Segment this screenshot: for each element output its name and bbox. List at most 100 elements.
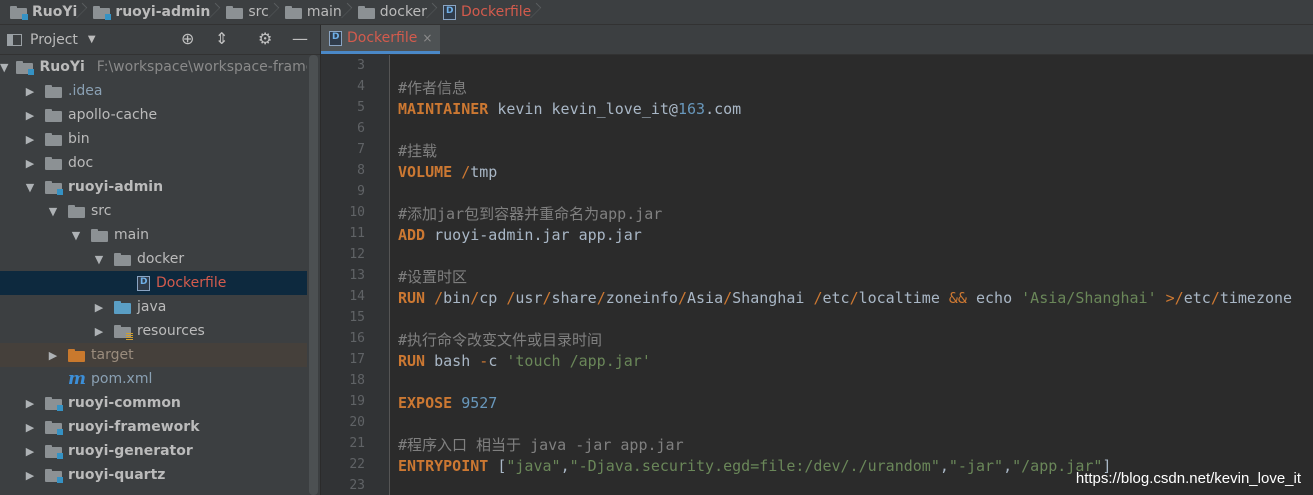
code-line[interactable]: ADD ruoyi-admin.jar app.jar bbox=[398, 225, 642, 246]
folder-icon bbox=[45, 84, 62, 98]
tree-item-ruoyi-framework[interactable]: ▶ ruoyi-framework bbox=[0, 415, 307, 439]
code-line[interactable]: #设置时区 bbox=[398, 267, 467, 288]
code-comment: #程序入口 相当于 java -jar app.jar bbox=[398, 436, 684, 454]
collapsed-arrow-icon[interactable]: ▶ bbox=[23, 109, 37, 122]
tree-item-ruoyi-common[interactable]: ▶ ruoyi-common bbox=[0, 391, 307, 415]
code-token: >/ bbox=[1165, 289, 1184, 307]
breadcrumb-ruoyi-admin[interactable]: ruoyi-admin bbox=[89, 0, 216, 24]
code-line[interactable]: MAINTAINER kevin kevin_love_it@163.com bbox=[398, 99, 741, 120]
tree-item-label: pom.xml bbox=[91, 371, 153, 387]
gear-icon[interactable]: ⚙ bbox=[258, 29, 272, 48]
tree-item-java[interactable]: ▶ java bbox=[0, 295, 307, 319]
tree-item-docker[interactable]: ▼ docker bbox=[0, 247, 307, 271]
code-line[interactable]: #程序入口 相当于 java -jar app.jar bbox=[398, 435, 684, 456]
code-keyword: RUN bbox=[398, 289, 426, 307]
collapsed-arrow-icon[interactable]: ▶ bbox=[23, 397, 37, 410]
project-panel-title: Project bbox=[30, 31, 78, 48]
collapsed-arrow-icon[interactable]: ▶ bbox=[23, 469, 37, 482]
breadcrumb-label: ruoyi-admin bbox=[115, 4, 211, 20]
tree-item-main[interactable]: ▼ main bbox=[0, 223, 307, 247]
code-token: , bbox=[939, 457, 949, 475]
tree-item-idea[interactable]: ▶ .idea bbox=[0, 79, 307, 103]
code-token: [ bbox=[488, 457, 507, 475]
code-line[interactable]: RUN /bin/cp /usr/share/zoneinfo/Asia/Sha… bbox=[398, 288, 1292, 309]
tree-item-ruoyi-generator[interactable]: ▶ ruoyi-generator bbox=[0, 439, 307, 463]
collapsed-arrow-icon[interactable]: ▶ bbox=[23, 85, 37, 98]
code-line[interactable]: VOLUME /tmp bbox=[398, 162, 497, 183]
code-token: usr bbox=[515, 289, 543, 307]
excluded-folder-icon bbox=[68, 348, 85, 362]
collapsed-arrow-icon[interactable]: ▶ bbox=[92, 301, 106, 314]
collapsed-arrow-icon[interactable]: ▶ bbox=[92, 325, 106, 338]
dockerfile-icon bbox=[137, 275, 150, 291]
line-number: 11 bbox=[349, 226, 365, 241]
breadcrumb-label: docker bbox=[379, 4, 427, 20]
code-line[interactable]: #添加jar包到容器并重命名为app.jar bbox=[398, 204, 662, 225]
collapsed-arrow-icon[interactable]: ▶ bbox=[23, 157, 37, 170]
code-line[interactable]: #挂载 bbox=[398, 141, 437, 162]
tree-item-apollo-cache[interactable]: ▶ apollo-cache bbox=[0, 103, 307, 127]
tree-item-target[interactable]: ▶ target bbox=[0, 343, 307, 367]
close-icon[interactable]: × bbox=[422, 31, 432, 45]
code-line[interactable]: #执行命令改变文件或目录时间 bbox=[398, 330, 602, 351]
resources-folder-icon bbox=[114, 324, 133, 340]
tree-item-resources[interactable]: ▶ resources bbox=[0, 319, 307, 343]
locate-icon[interactable]: ⊕ bbox=[181, 29, 194, 48]
project-tree-scrollbar[interactable] bbox=[307, 55, 320, 495]
breadcrumb-ruoyi[interactable]: RuoYi bbox=[6, 0, 83, 24]
tree-item-icon bbox=[45, 84, 62, 98]
code-keyword: MAINTAINER bbox=[398, 100, 489, 118]
tree-item-label: java bbox=[137, 299, 167, 315]
collapsed-arrow-icon[interactable]: ▶ bbox=[23, 421, 37, 434]
code-line[interactable]: EXPOSE 9527 bbox=[398, 393, 497, 414]
expanded-arrow-icon[interactable]: ▼ bbox=[92, 253, 106, 266]
project-view-selector[interactable]: Project ▼ bbox=[0, 32, 96, 48]
tree-item-doc[interactable]: ▶ doc bbox=[0, 151, 307, 175]
code-line[interactable]: RUN bash -c 'touch /app.jar' bbox=[398, 351, 651, 372]
tree-item-pom-xml[interactable]: m pom.xml bbox=[0, 367, 307, 391]
breadcrumb-docker[interactable]: docker bbox=[354, 0, 433, 24]
collapsed-arrow-icon[interactable]: ▶ bbox=[46, 349, 60, 362]
module-folder-icon bbox=[45, 396, 63, 411]
folder-icon bbox=[114, 252, 131, 266]
collapse-all-icon[interactable]: ⇕ bbox=[215, 29, 228, 48]
collapsed-arrow-icon[interactable]: ▶ bbox=[23, 445, 37, 458]
expanded-arrow-icon[interactable]: ▼ bbox=[69, 229, 83, 242]
expanded-arrow-icon[interactable]: ▼ bbox=[46, 205, 60, 218]
code-token: - bbox=[479, 352, 489, 370]
tree-item-label: main bbox=[114, 227, 149, 243]
code-keyword: RUN bbox=[398, 352, 426, 370]
code-editor[interactable]: #作者信息 MAINTAINER kevin kevin_love_it@163.… bbox=[390, 55, 1313, 495]
expanded-arrow-icon[interactable]: ▼ bbox=[23, 181, 37, 194]
line-number: 12 bbox=[349, 247, 365, 262]
tree-item-icon bbox=[68, 204, 85, 218]
tree-item-dockerfile[interactable]: Dockerfile bbox=[0, 271, 307, 295]
breadcrumb-dockerfile[interactable]: Dockerfile bbox=[439, 0, 537, 24]
breadcrumb-label: src bbox=[248, 4, 269, 20]
tree-item-ruoyi-quartz[interactable]: ▶ ruoyi-quartz bbox=[0, 463, 307, 487]
tab-dockerfile[interactable]: Dockerfile × bbox=[321, 25, 441, 54]
code-token: && bbox=[948, 289, 967, 307]
code-line[interactable]: #作者信息 bbox=[398, 78, 467, 99]
expanded-arrow-icon[interactable]: ▼ bbox=[0, 61, 8, 74]
line-number: 16 bbox=[349, 331, 365, 346]
code-line[interactable]: ENTRYPOINT ["java","-Djava.security.egd=… bbox=[398, 456, 1111, 477]
breadcrumb-main[interactable]: main bbox=[281, 0, 348, 24]
tree-item-icon bbox=[114, 252, 131, 266]
module-folder-icon bbox=[45, 420, 63, 435]
code-string: "-jar" bbox=[948, 457, 1004, 475]
code-token: .com bbox=[705, 100, 742, 118]
tree-item-src[interactable]: ▼ src bbox=[0, 199, 307, 223]
collapsed-arrow-icon[interactable]: ▶ bbox=[23, 133, 37, 146]
module-folder-icon bbox=[45, 180, 63, 195]
scrollbar-thumb[interactable] bbox=[309, 55, 318, 495]
tree-item-label: ruoyi-framework bbox=[68, 419, 200, 435]
tree-item-ruoyi-admin[interactable]: ▼ ruoyi-admin bbox=[0, 175, 307, 199]
tree-item-ruoyi[interactable]: ▼ RuoYi F:\workspace\workspace-frame bbox=[0, 55, 314, 79]
tree-item-bin[interactable]: ▶ bin bbox=[0, 127, 307, 151]
breadcrumb-src[interactable]: src bbox=[222, 0, 274, 24]
line-number: 21 bbox=[349, 436, 365, 451]
line-number: 8 bbox=[357, 163, 365, 178]
code-number: 163 bbox=[677, 100, 706, 118]
hide-panel-icon[interactable]: — bbox=[292, 29, 308, 48]
